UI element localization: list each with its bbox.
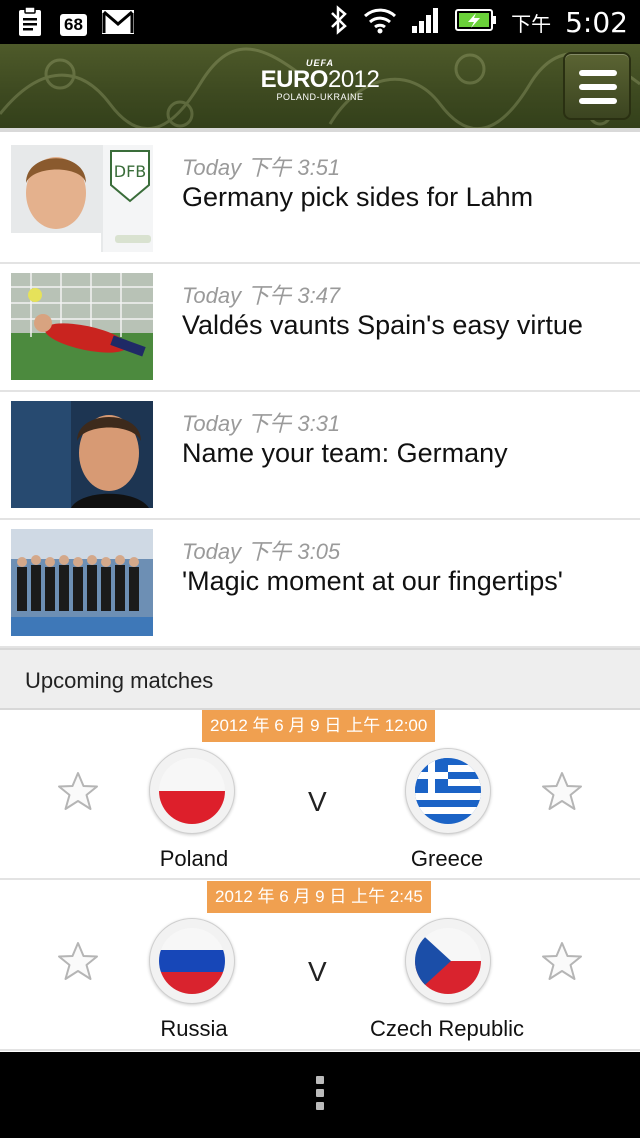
match-date: 2012 年 6 月 9 日 上午 2:45: [207, 881, 431, 913]
home-team-name: Russia: [160, 1016, 228, 1041]
menu-icon-bar: [579, 84, 617, 90]
logo-subtitle: POLAND-UKRAINE: [276, 92, 364, 102]
favorite-star-icon[interactable]: [56, 770, 100, 814]
news-item[interactable]: Today 下午 3:31 Name your team: Germany: [0, 392, 640, 520]
logo-euro: EURO: [260, 66, 329, 93]
favorite-star-icon[interactable]: [540, 940, 584, 984]
home-team-name: Poland: [159, 846, 229, 871]
greece-flag-icon: [405, 748, 491, 834]
app-header: UEFA EURO2012 POLAND-UKRAINE: [0, 44, 640, 132]
section-title: Upcoming matches: [25, 668, 214, 693]
czech-flag-icon: [405, 918, 491, 1004]
news-title: Valdés vaunts Spain's easy virtue: [182, 310, 583, 340]
news-thumbnail-lahm: DFB: [11, 145, 153, 252]
status-bar: 68 下午 5:02: [0, 0, 640, 44]
logo-year: 2012: [327, 66, 380, 93]
favorite-star-icon[interactable]: [56, 940, 100, 984]
news-title: Germany pick sides for Lahm: [182, 182, 534, 212]
versus-label: V: [308, 786, 327, 817]
match-card[interactable]: 2012 年 6 月 9 日 上午 2:45 V Russia Czech Re…: [0, 881, 640, 1051]
news-time: Today 下午 3:47: [182, 283, 341, 308]
status-ampm: 下午: [511, 11, 552, 36]
overflow-menu-icon[interactable]: [316, 1076, 324, 1115]
news-time: Today 下午 3:51: [182, 155, 341, 180]
news-thumbnail-ceremony: [11, 529, 153, 636]
signal-icon: [411, 6, 441, 39]
wifi-icon: [363, 6, 397, 39]
news-title: 'Magic moment at our fingertips': [182, 566, 563, 596]
svg-text:DFB: DFB: [114, 162, 147, 181]
news-item[interactable]: Today 下午 3:05 'Magic moment at our finge…: [0, 520, 640, 648]
notification-badge: 68: [60, 13, 87, 36]
news-item[interactable]: Today 下午 3:47 Valdés vaunts Spain's easy…: [0, 264, 640, 392]
news-thumbnail-valdes: [11, 273, 153, 380]
menu-icon-bar: [579, 98, 617, 104]
clipboard-icon: [14, 6, 46, 43]
menu-icon: [579, 70, 617, 76]
upcoming-matches-header: Upcoming matches: [0, 648, 640, 710]
russia-flag-icon: [149, 918, 235, 1004]
favorite-star-icon[interactable]: [540, 770, 584, 814]
away-team-name: Greece: [410, 846, 484, 871]
gmail-icon: [101, 9, 135, 40]
match-card[interactable]: 2012 年 6 月 9 日 上午 12:00 V Poland Greece: [0, 710, 640, 880]
news-list: DFB Today 下午 3:51 Germany pick sides for…: [0, 136, 640, 648]
news-time: Today 下午 3:31: [182, 411, 341, 436]
match-date: 2012 年 6 月 9 日 上午 12:00: [202, 710, 436, 742]
away-team-name: Czech Republic: [369, 1016, 525, 1041]
status-time: 5:02: [565, 5, 628, 39]
menu-button[interactable]: [563, 52, 631, 120]
system-nav-bar: [0, 1052, 640, 1138]
news-title: Name your team: Germany: [182, 438, 508, 468]
euro2012-logo: UEFA EURO2012 POLAND-UKRAINE: [255, 58, 385, 118]
news-time: Today 下午 3:05: [182, 539, 341, 564]
news-item[interactable]: DFB Today 下午 3:51 Germany pick sides for…: [0, 136, 640, 264]
battery-icon: [455, 7, 497, 38]
logo-title: EURO2012: [255, 68, 385, 92]
poland-flag-icon: [149, 748, 235, 834]
news-thumbnail-germany: [11, 401, 153, 508]
bluetooth-icon: [329, 4, 349, 40]
versus-label: V: [308, 956, 327, 987]
